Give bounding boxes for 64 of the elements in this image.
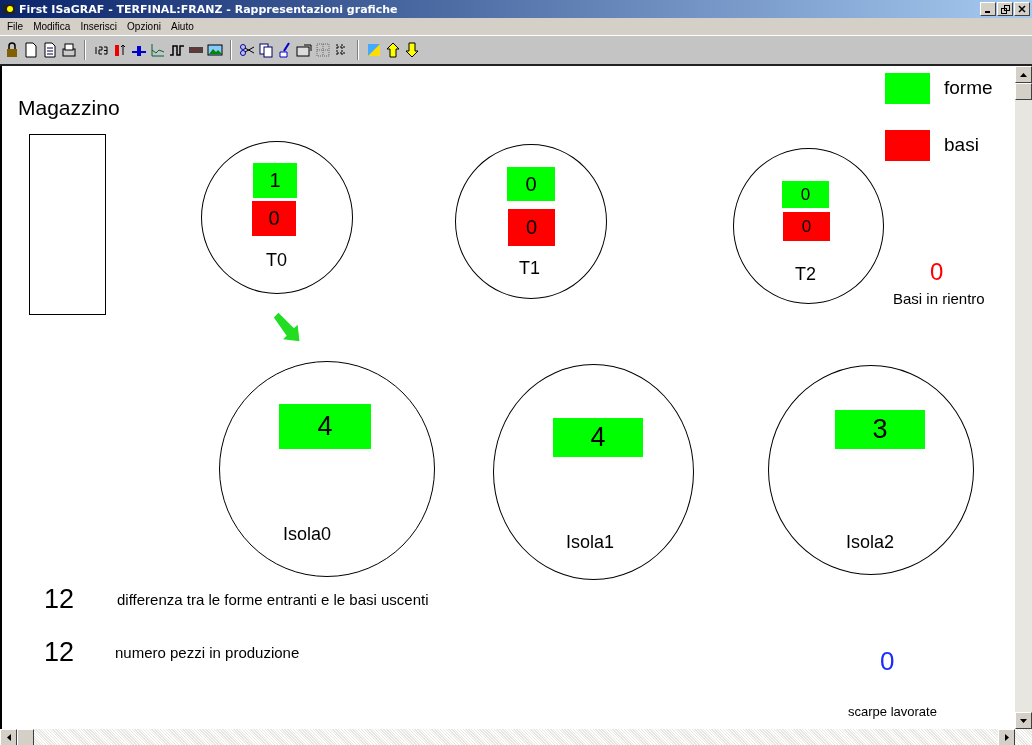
- transfer-label: T0: [266, 250, 287, 271]
- app-icon: [2, 2, 16, 16]
- down-arrow-icon: [1020, 718, 1027, 723]
- island-count: 3: [835, 410, 925, 449]
- menu-item[interactable]: Inserisci: [75, 21, 123, 32]
- restore-button[interactable]: [997, 2, 1013, 16]
- print-icon[interactable]: [61, 42, 77, 58]
- copy-icon[interactable]: [258, 42, 274, 58]
- image-icon[interactable]: [207, 42, 223, 58]
- pulse-icon[interactable]: [169, 42, 185, 58]
- brush-icon[interactable]: [277, 42, 293, 58]
- menu-item[interactable]: Aiuto: [165, 21, 199, 32]
- up-arrow-icon: [1020, 72, 1027, 77]
- scroll-left-button[interactable]: [0, 729, 17, 745]
- minimize-button[interactable]: [980, 2, 996, 16]
- transfer-label: T1: [519, 258, 540, 279]
- counter-value: 12: [44, 584, 75, 615]
- trend-icon[interactable]: [150, 42, 166, 58]
- menu-item[interactable]: Opzioni: [122, 21, 166, 32]
- island-label: Isola2: [846, 532, 895, 553]
- window-title: First ISaGRAF - TERFINAL:FRANZ - Rappresentazioni grafiche: [19, 2, 399, 16]
- counter-label: differenza tra le forme entranti e le basi uscenti: [117, 591, 429, 608]
- forme-count: 1: [253, 163, 297, 198]
- menu-item[interactable]: Modifica: [28, 21, 76, 32]
- scroll-thumb[interactable]: [17, 729, 34, 745]
- island-count: 4: [279, 404, 371, 449]
- finished-label: scarpe lavorate: [848, 704, 937, 719]
- returning-bases-count: 0: [930, 258, 944, 286]
- transfer-label: T2: [795, 264, 816, 285]
- lock-icon[interactable]: [4, 42, 20, 58]
- scroll-down-button[interactable]: [1015, 712, 1032, 729]
- close-icon: [1018, 5, 1026, 13]
- up-arrow-icon[interactable]: [385, 42, 401, 58]
- restore-icon: [1000, 4, 1010, 14]
- left-arrow-icon: [6, 734, 11, 741]
- scroll-up-button[interactable]: [1015, 66, 1032, 83]
- island-label: Isola1: [566, 532, 615, 553]
- new-page-icon[interactable]: [23, 42, 39, 58]
- scroll-right-button[interactable]: [998, 729, 1015, 745]
- island-label: Isola0: [283, 524, 332, 545]
- returning-bases-label: Basi in rientro: [893, 290, 985, 307]
- menu-item[interactable]: File: [2, 21, 29, 32]
- legend-label: forme: [944, 77, 993, 99]
- right-arrow-icon: [1004, 734, 1009, 741]
- vertical-scrollbar[interactable]: [1015, 66, 1032, 729]
- page-icon[interactable]: [42, 42, 58, 58]
- cut-icon[interactable]: [239, 42, 255, 58]
- down-arrow-icon[interactable]: [404, 42, 420, 58]
- bar-gauge-icon[interactable]: [112, 42, 128, 58]
- basi-count: 0: [783, 212, 830, 241]
- counter-label: numero pezzi in produzione: [115, 644, 300, 661]
- forme-count: 0: [782, 181, 829, 208]
- basi-count: 0: [508, 209, 555, 246]
- close-button[interactable]: [1014, 2, 1030, 16]
- scroll-thumb[interactable]: [1015, 83, 1032, 100]
- properties-icon[interactable]: [296, 42, 312, 58]
- counter-value: 12: [44, 637, 75, 668]
- basi-count: 0: [252, 201, 296, 236]
- warehouse-label: Magazzino: [18, 96, 120, 120]
- legend-label: basi: [944, 134, 979, 156]
- island-count: 4: [553, 418, 643, 457]
- horizontal-scrollbar[interactable]: [0, 729, 1032, 745]
- finished-count: 0: [880, 646, 895, 677]
- forme-count: 0: [507, 167, 555, 201]
